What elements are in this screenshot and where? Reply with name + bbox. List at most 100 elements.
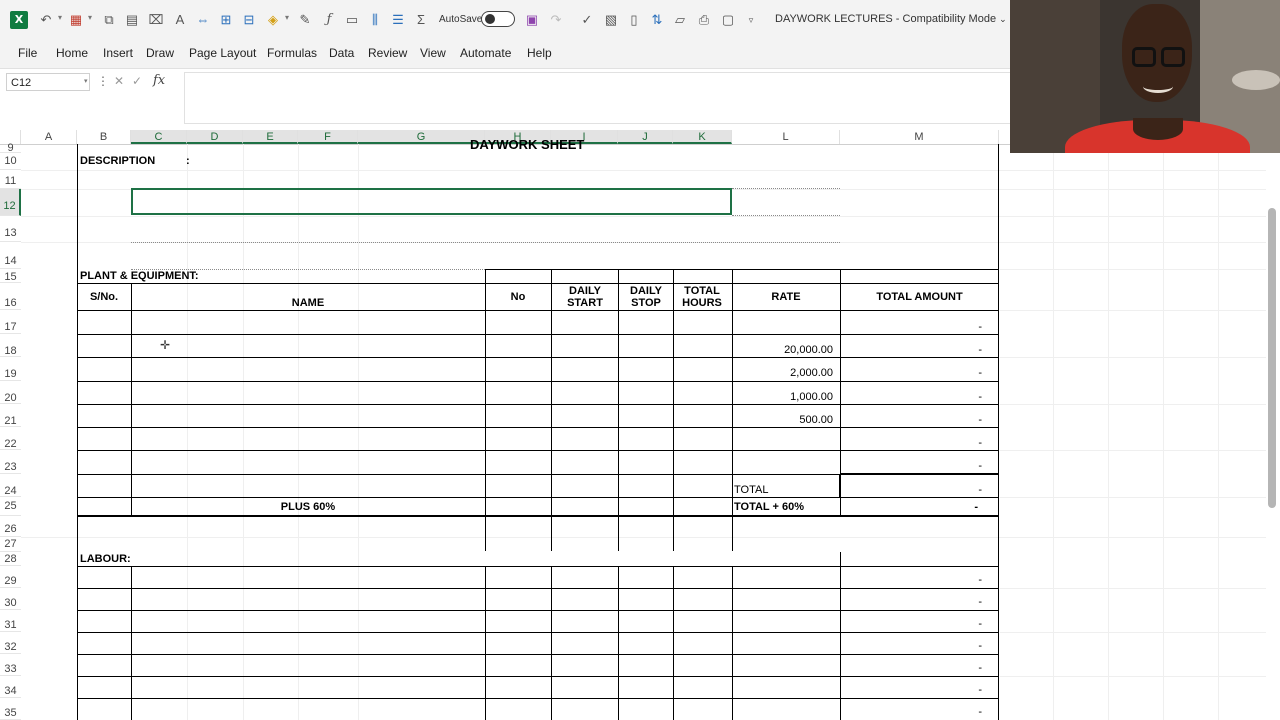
row-header-25[interactable]: 25 [0,497,21,516]
selected-cell-c12[interactable] [131,188,732,215]
menu-insert[interactable]: Insert [103,46,133,60]
menu-help[interactable]: Help [527,46,552,60]
row-header-21[interactable]: 21 [0,404,21,427]
header-rate[interactable]: RATE [732,291,840,303]
row-header-13[interactable]: 13 [0,216,21,242]
cancel-icon[interactable]: ✕ [114,74,124,88]
rate-cell[interactable]: 1,000.00 [736,391,833,403]
chevron-down-icon[interactable]: ⌄ [999,14,1007,24]
delete-cells-icon[interactable]: ⊟ [240,11,258,29]
clear-format-icon[interactable]: ⌧ [147,11,165,29]
undo-icon[interactable]: ↶ [37,11,55,29]
row-header-24[interactable]: 24 [0,474,21,497]
document-title[interactable]: DAYWORK LECTURES - Compatibility Mode ⌄ [775,13,1007,25]
save-icon[interactable]: ▣ [523,11,541,29]
spelling-icon[interactable]: ✓ [578,11,596,29]
labour-amount-cell[interactable]: - [844,618,982,630]
scrollbar-thumb[interactable] [1268,208,1276,508]
autosave-toggle[interactable] [481,11,515,27]
menu-data[interactable]: Data [329,46,354,60]
open-folder-icon[interactable]: ▱ [671,11,689,29]
sheet-title[interactable]: DAYWORK SHEET [470,137,584,152]
rate-cell[interactable]: 500.00 [736,414,833,426]
row-header-17[interactable]: 17 [0,310,21,334]
row-header-12[interactable]: 12 [0,189,21,216]
row-header-28[interactable]: 28 [0,552,21,566]
enter-icon[interactable]: ✓ [132,74,142,88]
row-header-32[interactable]: 32 [0,632,21,654]
menu-page-layout[interactable]: Page Layout [189,46,256,60]
merge-icon[interactable]: ⇔ [194,11,212,29]
amount-cell[interactable]: - [844,367,982,379]
format-painter-icon[interactable]: ✎ [296,11,314,29]
row-header-9[interactable]: 9 [0,143,21,154]
row-header-16[interactable]: 16 [0,283,21,310]
header-name[interactable]: NAME [131,297,485,309]
insert-column-icon[interactable]: ⫼ [366,11,384,29]
labour-amount-cell[interactable]: - [844,574,982,586]
column-header-f[interactable]: F [298,130,358,144]
fill-color-dropdown-icon[interactable]: ▾ [285,13,289,22]
row-header-14[interactable]: 14 [0,242,21,269]
amount-cell[interactable]: - [844,437,982,449]
formula-input[interactable] [184,72,1010,124]
menu-formulas[interactable]: Formulas [267,46,317,60]
column-header-m[interactable]: M [840,130,999,144]
row-header-19[interactable]: 19 [0,357,21,381]
amount-cell[interactable]: - [844,321,982,333]
row-header-35[interactable]: 35 [0,698,21,720]
plus-60-label[interactable]: PLUS 60% [131,501,485,513]
row-header-31[interactable]: 31 [0,610,21,632]
row-header-30[interactable]: 30 [0,588,21,610]
total-plus-60-label[interactable]: TOTAL + 60% [734,501,804,513]
column-header-d[interactable]: D [187,130,243,144]
document-icon[interactable]: ▯ [625,11,643,29]
amount-cell[interactable]: - [844,460,982,472]
total-value[interactable]: - [844,484,982,496]
column-header-e[interactable]: E [243,130,298,144]
column-header-l[interactable]: L [732,130,840,144]
row-header-26[interactable]: 26 [0,516,21,537]
row-header-15[interactable]: 15 [0,269,21,283]
header-total-hours[interactable]: TOTAL HOURS [677,285,727,309]
function-icon[interactable]: ƒ [320,11,338,29]
more-icon[interactable]: ▿ [742,11,760,29]
sum-icon[interactable]: Σ [412,11,430,29]
chart-icon[interactable]: ▭ [343,11,361,29]
options-icon[interactable]: ⋮ [97,74,109,88]
sheet-icon[interactable]: ▤ [123,11,141,29]
spreadsheet-grid[interactable]: A B C D E F G H I J K L M 9 10 11 12 13 … [0,130,1280,720]
labour-amount-cell[interactable]: - [844,662,982,674]
row-header-33[interactable]: 33 [0,654,21,676]
header-no[interactable]: No [485,291,551,303]
menu-home[interactable]: Home [56,46,88,60]
header-total-amount[interactable]: TOTAL AMOUNT [840,291,999,303]
row-header-34[interactable]: 34 [0,676,21,698]
total-label[interactable]: TOTAL [734,484,768,496]
labour-amount-cell[interactable]: - [844,706,982,718]
column-header-k[interactable]: K [673,130,732,144]
font-size-icon[interactable]: A [171,11,189,29]
image-icon[interactable]: ▧ [602,11,620,29]
header-daily-stop[interactable]: DAILY STOP [624,285,668,309]
rate-cell[interactable]: 20,000.00 [736,344,833,356]
description-label[interactable]: DESCRIPTION [80,155,155,167]
row-header-11[interactable]: 11 [0,170,21,189]
labour-amount-cell[interactable]: - [844,596,982,608]
row-header-18[interactable]: 18 [0,334,21,357]
header-daily-start[interactable]: DAILY START [560,285,610,309]
menu-automate[interactable]: Automate [460,46,511,60]
labour-amount-cell[interactable]: - [844,640,982,652]
row-header-23[interactable]: 23 [0,450,21,474]
row-header-29[interactable]: 29 [0,566,21,588]
amount-cell[interactable]: - [844,391,982,403]
print-icon[interactable]: ⎙ [695,11,713,29]
rate-cell[interactable]: 2,000.00 [736,367,833,379]
header-sno[interactable]: S/No. [77,291,131,303]
fill-color-icon[interactable]: ◈ [264,11,282,29]
row-header-20[interactable]: 20 [0,381,21,404]
insert-cells-icon[interactable]: ⊞ [217,11,235,29]
column-header-a[interactable]: A [21,130,77,144]
column-header-j[interactable]: J [618,130,673,144]
name-box[interactable]: C12 [6,73,90,91]
